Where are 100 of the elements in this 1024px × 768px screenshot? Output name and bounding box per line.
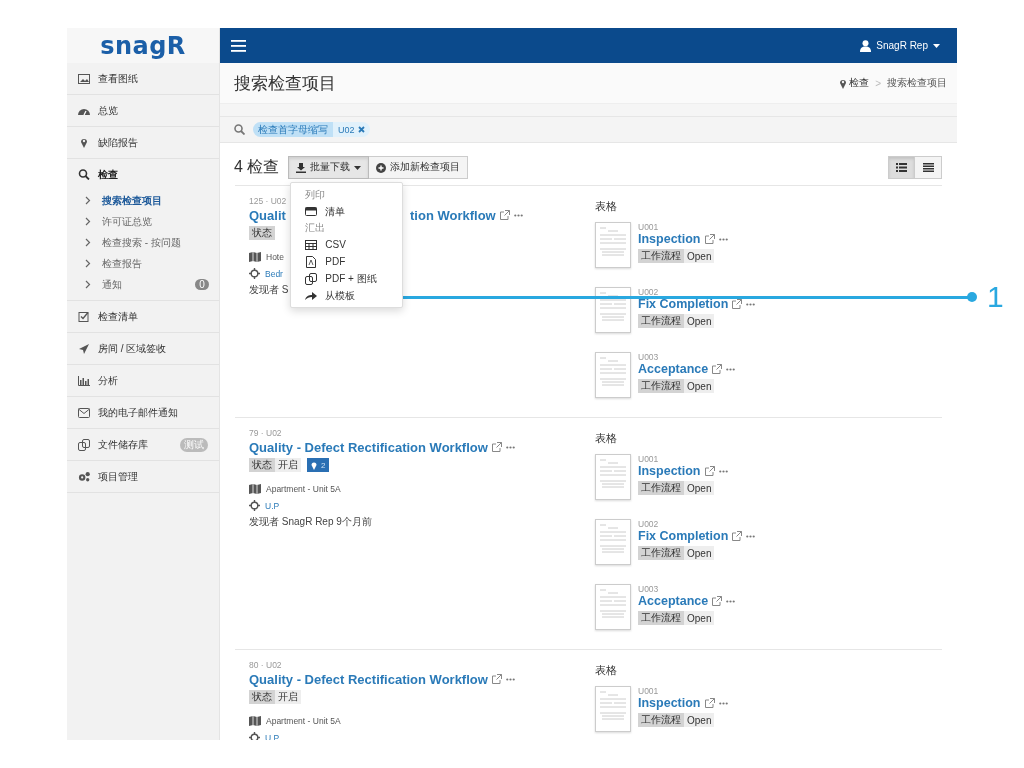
- map-icon: [249, 483, 261, 494]
- area-link[interactable]: U.P: [265, 732, 280, 740]
- sidebar-item[interactable]: 总览: [67, 95, 219, 127]
- area-link[interactable]: Bedr: [265, 268, 283, 279]
- sidebar-subitem[interactable]: 检查搜索 - 按问题: [67, 232, 219, 253]
- breadcrumb-link[interactable]: 检查: [839, 76, 870, 90]
- envelope-icon: [78, 407, 90, 418]
- user-menu[interactable]: SnagR Rep: [858, 37, 942, 54]
- form-title-link[interactable]: Fix Completion: [638, 297, 729, 311]
- more-icon: [726, 367, 736, 371]
- form-title-link[interactable]: Acceptance: [638, 594, 709, 608]
- share-arrow-icon: [305, 291, 318, 300]
- add-inspection-button[interactable]: 添加新检查项目: [369, 156, 469, 179]
- menu-button[interactable]: [229, 37, 248, 54]
- form-title-link[interactable]: Inspection: [638, 464, 701, 478]
- location-text: Apartment - Unit 5A: [266, 715, 341, 726]
- menu-item[interactable]: PDF: [291, 253, 403, 270]
- sidebar-item[interactable]: 检查清单: [67, 301, 219, 333]
- external-link-icon: [732, 299, 743, 309]
- bulk-download-button[interactable]: 批量下载: [288, 156, 370, 179]
- external-link-icon: [704, 466, 715, 476]
- sidebar-subitem[interactable]: 搜索检查项目: [67, 190, 219, 211]
- copies-icon: [78, 438, 90, 451]
- document-thumbnail: [595, 287, 631, 333]
- inspection-title-link[interactable]: Quality - Defect Rectification Workflow: [249, 671, 488, 687]
- close-icon: [357, 126, 365, 133]
- inspection-title-link[interactable]: Quality - Defect Rectification Workflow: [249, 439, 488, 455]
- crosshair-icon: [249, 500, 260, 511]
- external-link-icon: [704, 698, 715, 708]
- menu-item[interactable]: 从模板: [291, 287, 403, 304]
- inspection-ref: 125 · U02: [249, 196, 288, 207]
- menu-item[interactable]: 清单: [291, 203, 403, 220]
- sidebar-item[interactable]: 检查: [67, 159, 219, 190]
- crosshair-icon: [249, 732, 260, 740]
- map-icon: [249, 715, 261, 726]
- plus-circle-icon: [376, 162, 387, 173]
- location-text: Apartment - Unit 5A: [266, 483, 341, 494]
- external-link-icon: [491, 674, 502, 684]
- sidebar-subitem[interactable]: 检查报告: [67, 253, 219, 274]
- sidebar-item[interactable]: 缺陷报告: [67, 127, 219, 159]
- user-icon: [860, 39, 872, 52]
- more-icon: [718, 701, 728, 705]
- menu-header: 汇出: [304, 221, 327, 235]
- forms-heading: 表格: [595, 200, 618, 214]
- sidebar-item[interactable]: 房间 / 区域签收: [67, 333, 219, 365]
- more-icon: [726, 599, 736, 603]
- area-link[interactable]: U.P: [265, 500, 280, 511]
- caret-icon: [354, 165, 362, 170]
- view-toggle[interactable]: [915, 156, 942, 179]
- document-thumbnail: [595, 584, 631, 630]
- external-link-icon: [712, 364, 723, 374]
- sidebar-subitem[interactable]: 许可证总览: [67, 211, 219, 232]
- more-icon: [746, 534, 756, 538]
- form-title-link[interactable]: Acceptance: [638, 362, 709, 376]
- chevron-icon: [85, 196, 91, 205]
- inspection-title-link[interactable]: tion Workflow: [410, 207, 496, 223]
- more-icon: [505, 445, 515, 449]
- pin-count-badge: 2: [307, 458, 330, 472]
- form-title-link[interactable]: Fix Completion: [638, 529, 729, 543]
- breadcrumb-separator: >: [875, 77, 881, 89]
- menu-item[interactable]: CSV: [291, 236, 403, 253]
- document-thumbnail: [595, 686, 631, 732]
- crosshair-icon: [249, 268, 260, 279]
- sidebar-item[interactable]: 查看图纸: [67, 63, 219, 95]
- status-tag: 状态: [249, 226, 275, 240]
- pin-icon: [78, 137, 90, 148]
- chevron-icon: [85, 238, 91, 247]
- form-title-link[interactable]: Inspection: [638, 696, 701, 710]
- menu-item[interactable]: PDF + 图纸: [291, 270, 403, 287]
- callout-number: 1: [987, 282, 1004, 312]
- download-icon: [296, 162, 307, 173]
- search-icon: [78, 169, 90, 180]
- sidebar-item[interactable]: 我的电子邮件通知: [67, 397, 219, 429]
- pin-icon: [311, 460, 317, 470]
- form-code: U003: [638, 352, 660, 362]
- view-toggle[interactable]: [888, 156, 915, 179]
- more-icon: [513, 213, 523, 217]
- sidebar-subitem[interactable]: 通知 0: [67, 274, 219, 295]
- sidebar-item[interactable]: 项目管理: [67, 461, 219, 493]
- inspection-ref: 79 · U02: [249, 428, 283, 439]
- chevron-icon: [85, 259, 91, 268]
- external-link-icon: [732, 531, 743, 541]
- sidebar-item[interactable]: 分析: [67, 365, 219, 397]
- form-code: U002: [638, 287, 660, 297]
- map-icon: [249, 251, 261, 262]
- more-icon: [718, 469, 728, 473]
- search-icon: [234, 124, 245, 135]
- form-code: U001: [638, 686, 660, 696]
- external-link-icon: [704, 234, 715, 244]
- arrow-icon: [78, 343, 90, 354]
- table-icon: [305, 239, 318, 250]
- pin-icon: [839, 77, 848, 89]
- form-title-link[interactable]: Inspection: [638, 232, 701, 246]
- location-text: Hote: [266, 251, 284, 262]
- bar-chart-icon: [78, 375, 90, 386]
- found-by-text: 发现者 SnagR Rep 9个月前: [249, 515, 372, 529]
- more-icon: [505, 677, 515, 681]
- menu-icon: [231, 39, 246, 52]
- menu-header: 列印: [304, 188, 327, 202]
- document-thumbnail: [595, 222, 631, 268]
